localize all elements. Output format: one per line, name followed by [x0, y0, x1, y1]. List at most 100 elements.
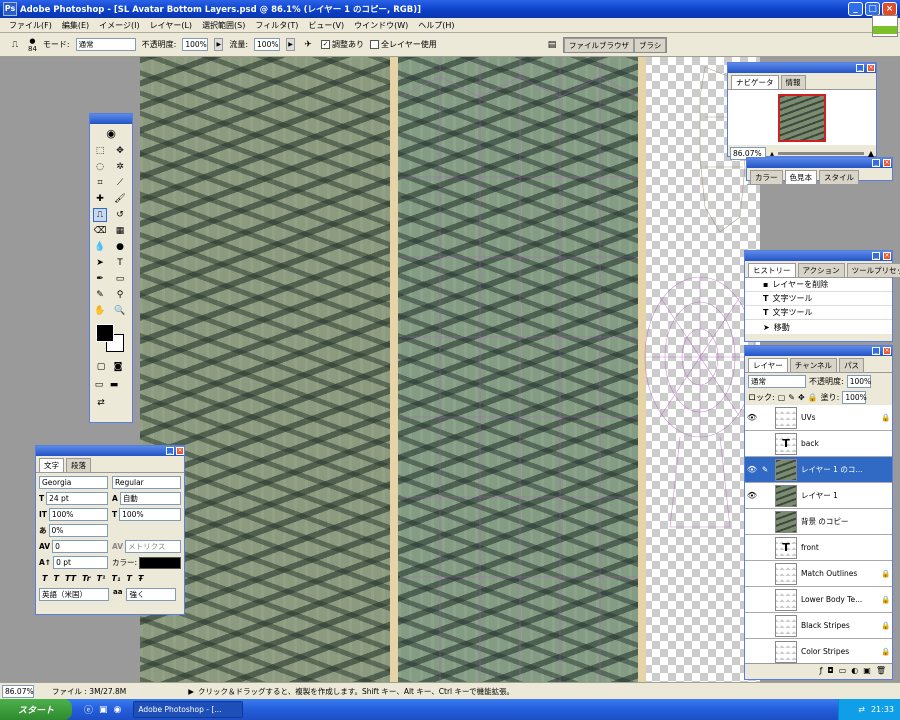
vertical-scale-input[interactable]: 100% — [48, 508, 108, 521]
tab-color[interactable]: カラー — [750, 170, 783, 184]
history-item[interactable]: ▪ レイヤーを削除 — [745, 278, 892, 292]
fill-input[interactable]: 100% — [842, 391, 867, 404]
navigator-view-box[interactable] — [778, 93, 826, 142]
font-style-select[interactable]: Regular — [112, 476, 181, 489]
faux-bold-icon[interactable]: T — [42, 574, 47, 583]
brush-edit-icon[interactable]: ✎ — [759, 465, 771, 474]
layer-row[interactable]: Match Outlines 🔒 — [745, 561, 892, 587]
font-family-select[interactable]: Georgia — [39, 476, 108, 489]
airbrush-icon[interactable]: ✈ — [301, 38, 315, 52]
new-layer-icon[interactable]: ▣ — [863, 666, 871, 675]
all-layers-checkbox[interactable]: 全レイヤー使用 — [370, 39, 437, 50]
layer-row[interactable]: Color Stripes 🔒 — [745, 639, 892, 663]
layer-row-selected[interactable]: 👁 ✎ レイヤー 1 のコ... — [745, 457, 892, 483]
zoom-slider[interactable] — [778, 152, 864, 155]
tab-channels[interactable]: チャンネル — [789, 358, 838, 372]
faux-italic-icon[interactable]: T — [53, 574, 58, 583]
kerning-input[interactable]: 0 — [52, 540, 108, 553]
tab-layers[interactable]: レイヤー — [748, 358, 788, 372]
navigator-close-icon[interactable]: × — [867, 64, 875, 72]
trash-icon[interactable]: 🗑 — [876, 666, 886, 675]
magic-wand-icon[interactable]: ✲ — [113, 160, 127, 174]
lasso-tool-icon[interactable]: ◌ — [93, 160, 107, 174]
tsume-input[interactable]: 0% — [48, 524, 108, 537]
screen-mode-full-icon[interactable]: ▬ — [107, 378, 121, 392]
antialias-select[interactable]: 強く — [126, 588, 177, 601]
shape-tool-icon[interactable]: ▭ — [113, 272, 127, 286]
layer-row[interactable]: Black Stripes 🔒 — [745, 613, 892, 639]
font-size-input[interactable]: 24 pt — [46, 492, 108, 505]
layer-opacity-input[interactable]: 100% — [846, 375, 871, 388]
tab-info[interactable]: 情報 — [780, 75, 806, 89]
hand-tool-icon[interactable]: ✋ — [93, 304, 107, 318]
eraser-tool-icon[interactable]: ⌫ — [93, 224, 107, 238]
small-caps-icon[interactable]: Tr — [82, 574, 91, 583]
blur-tool-icon[interactable]: 💧 — [93, 240, 107, 254]
healing-brush-icon[interactable]: ✚ — [93, 192, 107, 206]
layers-minimize-icon[interactable]: _ — [872, 347, 880, 355]
notes-tool-icon[interactable]: ✎ — [93, 288, 107, 302]
brush-picker[interactable]: ● 84 — [28, 37, 37, 53]
gradient-tool-icon[interactable]: ▦ — [113, 224, 127, 238]
menu-select[interactable]: 選択範囲(S) — [197, 20, 250, 31]
pen-tool-icon[interactable]: ✒ — [93, 272, 107, 286]
history-item[interactable]: T 文字ツール — [745, 292, 892, 306]
quickmask-mode-icon[interactable]: ◙ — [111, 360, 125, 374]
blend-mode-select[interactable]: 通常 — [748, 375, 806, 388]
taskbar-photoshop-button[interactable]: Adobe Photoshop - [... — [133, 701, 244, 718]
language-select[interactable]: 英語（米国） — [39, 588, 109, 601]
subscript-icon[interactable]: T₁ — [112, 574, 121, 583]
type-tool-icon[interactable]: T — [113, 256, 127, 270]
layer-row[interactable]: Tfront — [745, 535, 892, 561]
history-close-icon[interactable]: × — [883, 252, 891, 260]
history-brush-icon[interactable]: ↺ — [113, 208, 127, 222]
tray-network-icon[interactable]: ⇄ — [858, 705, 865, 714]
quicklaunch-ie-icon[interactable]: ⓔ — [84, 703, 93, 716]
superscript-icon[interactable]: T¹ — [97, 574, 106, 583]
eyedropper-icon[interactable]: ⚲ — [113, 288, 127, 302]
dodge-tool-icon[interactable]: ● — [113, 240, 127, 254]
clone-stamp-tool-preset-icon[interactable]: ⎍ — [8, 38, 22, 52]
status-zoom-input[interactable]: 86.07% — [2, 684, 34, 698]
layer-row[interactable]: Tback — [745, 431, 892, 457]
clone-stamp-icon[interactable]: ⎍ — [93, 208, 107, 222]
close-button[interactable]: × — [882, 2, 897, 16]
horizontal-scale-input[interactable]: 100% — [119, 508, 181, 521]
lock-transparency-icon[interactable]: ▢ — [778, 393, 786, 402]
adjustment-layer-icon[interactable]: ◐ — [851, 666, 858, 675]
layers-close-icon[interactable]: × — [883, 347, 891, 355]
marquee-tool-icon[interactable]: ⬚ — [93, 144, 107, 158]
character-minimize-icon[interactable]: _ — [166, 447, 174, 455]
aligned-checkbox[interactable]: ✓ 調整あり — [321, 39, 364, 50]
menu-image[interactable]: イメージ(I) — [94, 20, 144, 31]
slice-tool-icon[interactable]: ⟋ — [113, 176, 127, 190]
visibility-eye-icon[interactable]: 👁 — [745, 465, 759, 474]
palette-toggle-icon[interactable]: ▤ — [545, 38, 559, 52]
tab-navigator[interactable]: ナビゲータ — [731, 75, 779, 89]
menu-help[interactable]: ヘルプ(H) — [413, 20, 459, 31]
lock-paint-icon[interactable]: ✎ — [788, 393, 795, 402]
layer-row[interactable]: 👁 レイヤー 1 — [745, 483, 892, 509]
menu-layer[interactable]: レイヤー(L) — [145, 20, 197, 31]
lock-move-icon[interactable]: ✥ — [798, 393, 805, 402]
tab-paragraph[interactable]: 段落 — [66, 458, 91, 472]
tab-actions[interactable]: アクション — [797, 263, 845, 277]
standard-mode-icon[interactable]: ▢ — [94, 360, 108, 374]
layer-row[interactable]: Lower Body Te... 🔒 — [745, 587, 892, 613]
tab-tool-presets[interactable]: ツールプリセット — [846, 263, 900, 277]
tab-file-browser[interactable]: ファイルブラウザ — [564, 38, 634, 52]
quicklaunch-desktop-icon[interactable]: ▣ — [99, 705, 108, 715]
leading-input[interactable]: 自動 — [119, 492, 181, 505]
menu-view[interactable]: ビュー(V) — [303, 20, 349, 31]
path-select-icon[interactable]: ➤ — [93, 256, 107, 270]
document-canvas[interactable] — [140, 57, 760, 682]
baseline-input[interactable]: 0 pt — [53, 556, 108, 569]
tab-history[interactable]: ヒストリー — [748, 263, 796, 277]
history-item[interactable]: ➤ 移動 — [745, 320, 892, 334]
history-minimize-icon[interactable]: _ — [872, 252, 880, 260]
all-caps-icon[interactable]: TT — [65, 574, 76, 583]
screen-mode-standard-icon[interactable]: ▭ — [92, 378, 106, 392]
mode-select[interactable]: 通常 — [75, 38, 136, 51]
layer-set-icon[interactable]: ▭ — [839, 666, 847, 675]
menu-window[interactable]: ウインドウ(W) — [349, 20, 413, 31]
